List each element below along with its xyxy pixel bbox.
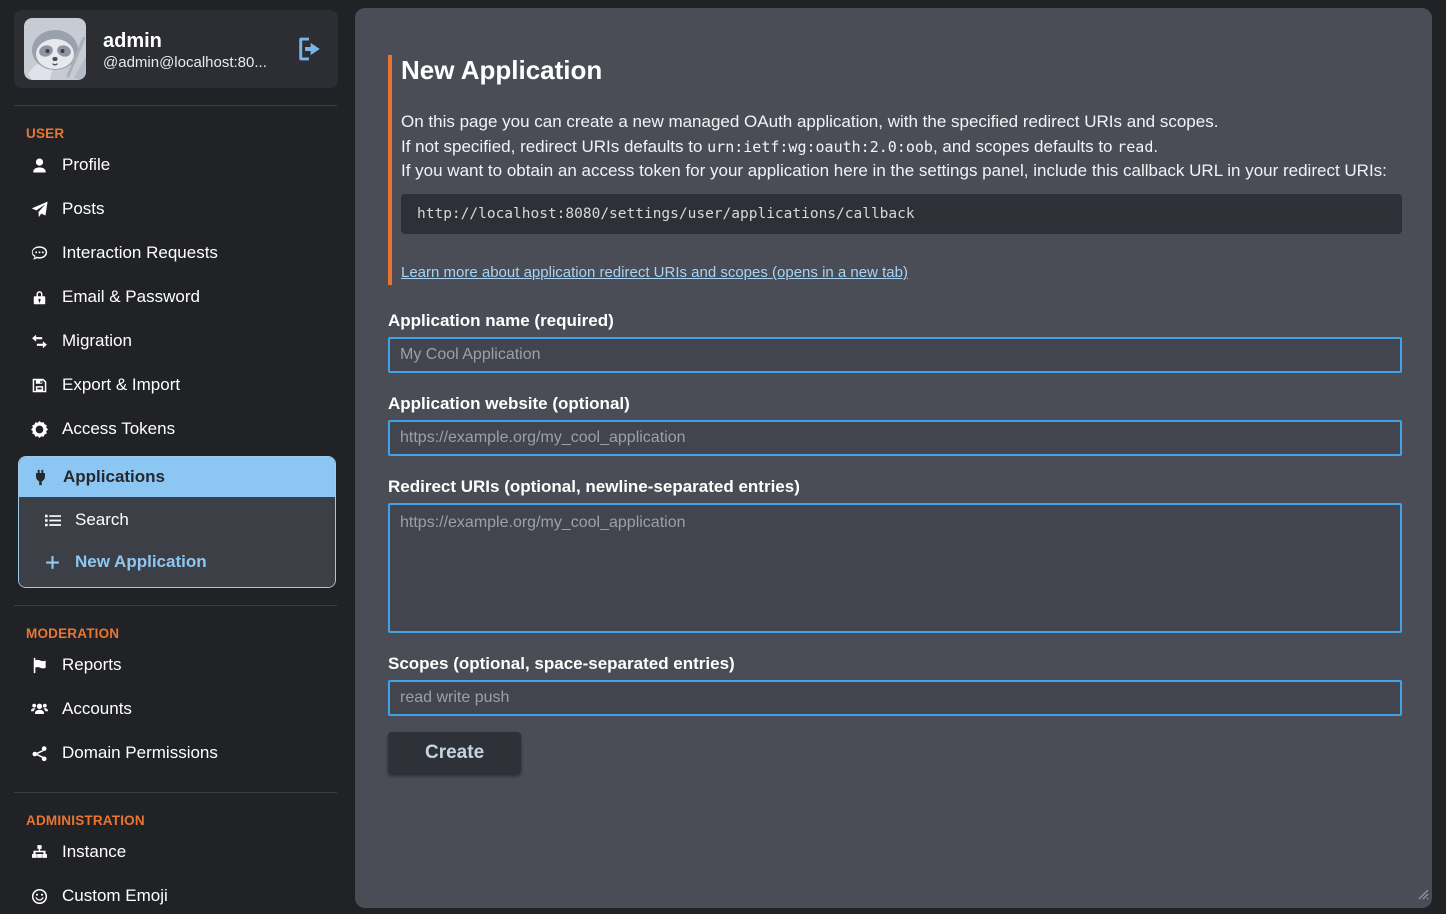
list-icon — [43, 512, 61, 529]
sidebar-item-email-password[interactable]: Email & Password — [0, 275, 355, 319]
sidebar-item-label: Domain Permissions — [62, 743, 218, 763]
sitemap-icon — [30, 844, 48, 861]
users-icon — [30, 701, 48, 718]
sidebar-item-domain-permissions[interactable]: Domain Permissions — [0, 731, 355, 775]
application-website-label: Application website (optional) — [388, 394, 1402, 414]
intro-line1: On this page you can create a new manage… — [401, 112, 1218, 131]
new-application-form: Application name (required) Application … — [388, 311, 1402, 774]
user-handle: @admin@localhost:80... — [103, 54, 279, 71]
sidebar-item-label: Applications — [63, 467, 165, 487]
page-title: New Application — [401, 55, 1402, 86]
username: admin — [103, 28, 279, 54]
sidebar-divider — [14, 792, 337, 793]
sidebar-item-access-tokens[interactable]: Access Tokens — [0, 407, 355, 451]
sidebar-item-profile[interactable]: Profile — [0, 143, 355, 187]
comment-dots-icon — [30, 245, 48, 262]
sidebar-item-instance[interactable]: Instance — [0, 830, 355, 874]
intro-line2-mid: , and scopes defaults to — [933, 137, 1117, 156]
section-label-moderation: MODERATION — [26, 626, 355, 641]
avatar — [24, 18, 86, 80]
scopes-input[interactable] — [388, 680, 1402, 716]
applications-submenu: Search New Application — [19, 497, 335, 587]
sidebar-item-applications-search[interactable]: Search — [19, 499, 335, 541]
new-application-intro: New Application On this page you can cre… — [388, 55, 1402, 285]
intro-line3: If you want to obtain an access token fo… — [401, 161, 1387, 180]
intro-line2-post: . — [1153, 137, 1158, 156]
callback-url-code: http://localhost:8080/settings/user/appl… — [401, 194, 1402, 234]
application-name-input[interactable] — [388, 337, 1402, 373]
lock-icon — [30, 289, 48, 306]
sidebar-item-label: Instance — [62, 842, 126, 862]
paper-plane-icon — [30, 201, 48, 218]
plus-icon — [43, 554, 61, 571]
user-names: admin @admin@localhost:80... — [103, 28, 279, 71]
main-panel: New Application On this page you can cre… — [355, 8, 1432, 908]
sidebar-item-label: Interaction Requests — [62, 243, 218, 263]
plug-icon — [31, 469, 49, 486]
sidebar-item-label: Migration — [62, 331, 132, 351]
redirect-uris-textarea[interactable] — [388, 503, 1402, 633]
section-label-user: USER — [26, 126, 355, 141]
application-website-input[interactable] — [388, 420, 1402, 456]
sidebar-item-label: Export & Import — [62, 375, 180, 395]
flag-icon — [30, 657, 48, 674]
sidebar-item-label: Custom Emoji — [62, 886, 168, 906]
sidebar-item-label: Email & Password — [62, 287, 200, 307]
sidebar-item-accounts[interactable]: Accounts — [0, 687, 355, 731]
user-icon — [30, 157, 48, 174]
read-code: read — [1117, 138, 1153, 156]
sidebar-item-label: Profile — [62, 155, 110, 175]
right-left-icon — [30, 333, 48, 350]
sidebar-divider — [14, 605, 337, 606]
intro-text: On this page you can create a new manage… — [401, 110, 1402, 184]
scopes-label: Scopes (optional, space-separated entrie… — [388, 654, 1402, 674]
user-card: admin @admin@localhost:80... — [14, 10, 338, 88]
application-name-label: Application name (required) — [388, 311, 1402, 331]
sidebar-item-custom-emoji[interactable]: Custom Emoji — [0, 874, 355, 914]
logout-button[interactable] — [296, 36, 322, 62]
sidebar-divider — [14, 105, 337, 106]
sidebar-item-label: Posts — [62, 199, 105, 219]
learn-more-link[interactable]: Learn more about application redirect UR… — [401, 264, 908, 281]
sidebar-item-label: Accounts — [62, 699, 132, 719]
settings-sidebar: admin @admin@localhost:80... USER Profil… — [0, 0, 355, 914]
share-nodes-icon — [30, 745, 48, 762]
sidebar-item-applications-new[interactable]: New Application — [19, 541, 335, 583]
floppy-disk-icon — [30, 377, 48, 394]
sidebar-item-label: Search — [75, 510, 129, 530]
face-smile-icon — [30, 888, 48, 905]
sidebar-item-label: Reports — [62, 655, 122, 675]
sidebar-item-label: Access Tokens — [62, 419, 175, 439]
resize-grip-icon[interactable] — [1418, 887, 1429, 905]
certificate-icon — [30, 421, 48, 438]
sidebar-item-migration[interactable]: Migration — [0, 319, 355, 363]
intro-line2-pre: If not specified, redirect URIs defaults… — [401, 137, 707, 156]
redirect-uris-label: Redirect URIs (optional, newline-separat… — [388, 477, 1402, 497]
sidebar-group-applications: Applications Search New Application — [18, 456, 336, 588]
sign-out-icon — [296, 36, 322, 62]
create-button[interactable]: Create — [388, 732, 521, 774]
sidebar-item-export-import[interactable]: Export & Import — [0, 363, 355, 407]
oob-code: urn:ietf:wg:oauth:2.0:oob — [707, 138, 933, 156]
sidebar-item-posts[interactable]: Posts — [0, 187, 355, 231]
sidebar-item-reports[interactable]: Reports — [0, 643, 355, 687]
section-label-administration: ADMINISTRATION — [26, 813, 355, 828]
sidebar-item-label: New Application — [75, 552, 207, 572]
sidebar-item-applications[interactable]: Applications — [19, 457, 335, 497]
sidebar-item-interaction-requests[interactable]: Interaction Requests — [0, 231, 355, 275]
